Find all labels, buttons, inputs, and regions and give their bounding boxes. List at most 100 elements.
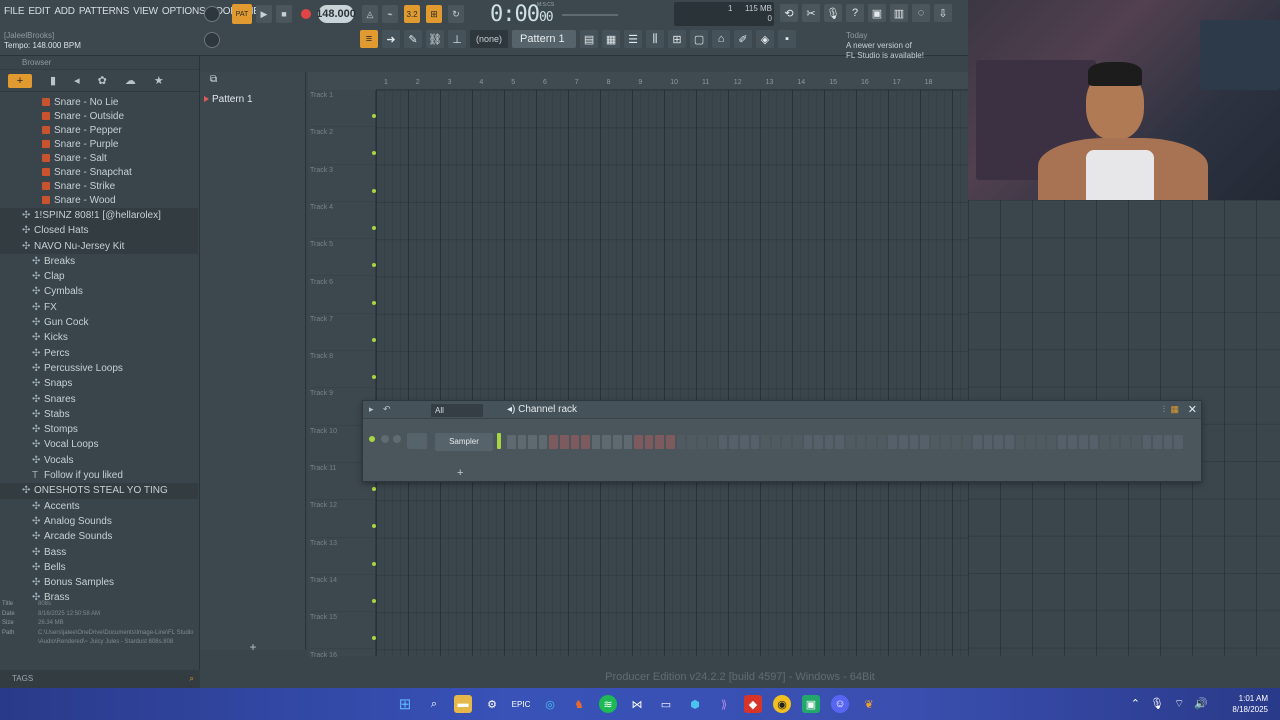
step-button[interactable] xyxy=(655,435,664,449)
browser-subfolder[interactable]: ✣ Breaks xyxy=(0,254,198,269)
step-button[interactable] xyxy=(602,435,611,449)
loop-record-button[interactable]: ↻ xyxy=(448,5,464,23)
step-button[interactable] xyxy=(771,435,781,449)
track-header[interactable]: Track 8 xyxy=(310,351,376,389)
browser-subfolder[interactable]: ✣ Cymbals xyxy=(0,284,198,299)
channel-mute-led[interactable] xyxy=(369,436,375,442)
mixer-window-icon[interactable]: ⫼ xyxy=(646,30,665,48)
browser-subfolder[interactable]: ✣ Percussive Loops xyxy=(0,361,198,376)
browser-subfolder[interactable]: ✣ Percs xyxy=(0,346,198,361)
step-button[interactable] xyxy=(538,435,548,449)
step-button[interactable] xyxy=(1121,435,1131,449)
playlist-grid[interactable] xyxy=(376,90,968,656)
step-button[interactable] xyxy=(877,435,887,449)
browser-subfolder[interactable]: ✣ Vocals xyxy=(0,453,198,468)
step-button[interactable] xyxy=(930,435,940,449)
browser-file-item[interactable]: Snare - Outside xyxy=(0,110,198,124)
track-header[interactable]: Track 2 xyxy=(310,127,376,165)
menu-item-edit[interactable]: EDIT xyxy=(28,6,50,17)
snap-button[interactable]: 3.2 xyxy=(404,5,420,23)
track-header[interactable]: Track 7 xyxy=(310,314,376,352)
plug-icon[interactable]: ⌂ xyxy=(712,30,731,48)
step-edit-button[interactable]: ⊞ xyxy=(426,5,442,23)
metronome-button[interactable]: ◬ xyxy=(362,5,378,23)
browser-subfolder[interactable]: ✣ Arcade Sounds xyxy=(0,529,198,544)
brush-icon[interactable]: ✐ xyxy=(734,30,753,48)
track-header[interactable]: Track 5 xyxy=(310,239,376,277)
browser-folder[interactable]: ✣ NAVO Nu-Jersey Kit xyxy=(0,238,198,254)
save-icon[interactable]: ▣ xyxy=(868,4,886,22)
link-icon[interactable]: ⛓ xyxy=(426,30,444,48)
file-explorer-icon[interactable]: ▬ xyxy=(454,695,472,713)
step-button[interactable] xyxy=(665,435,675,449)
channel-rack-header[interactable]: ▸ ↶ All ◂) Channel rack ▦ ⫶ ✕ xyxy=(363,401,1201,419)
browser-subfolder[interactable]: ✣ Accents xyxy=(0,499,198,514)
step-button[interactable] xyxy=(1068,435,1078,449)
browser-subfolder[interactable]: T Follow if you liked xyxy=(0,468,198,483)
wait-input-button[interactable]: ⌁ xyxy=(382,5,398,23)
wifi-icon[interactable]: ⌔ xyxy=(1174,697,1184,711)
step-button[interactable] xyxy=(983,435,993,449)
picker-icon[interactable]: ⧉ xyxy=(210,74,217,85)
microphone-tray-icon[interactable]: 🎙 xyxy=(1150,697,1164,711)
step-button[interactable] xyxy=(750,435,760,449)
steam-icon[interactable]: ⚙ xyxy=(483,695,501,713)
help-icon[interactable]: ? xyxy=(846,4,864,22)
menu-item-view[interactable]: VIEW xyxy=(133,6,158,17)
picker-pattern-item[interactable]: Pattern 1 xyxy=(204,94,253,105)
pattern-select[interactable]: Pattern 1 xyxy=(512,30,577,48)
master-volume-knob[interactable] xyxy=(204,6,220,22)
close-icon[interactable]: ✕ xyxy=(1188,403,1197,416)
volume-icon[interactable]: 🔊 xyxy=(1194,697,1208,711)
windows-start-icon[interactable]: ⊞ xyxy=(396,695,414,713)
step-button[interactable] xyxy=(782,435,792,449)
tools-icon[interactable]: ✂ xyxy=(802,4,820,22)
track-header[interactable]: Track 15 xyxy=(310,612,376,650)
step-button[interactable] xyxy=(1153,435,1162,449)
browser-subfolder[interactable]: ✣ Bonus Samples xyxy=(0,575,198,590)
piano-roll-icon[interactable]: ▦ xyxy=(602,30,621,48)
step-button[interactable] xyxy=(898,435,908,449)
app-yellow-icon[interactable]: ◉ xyxy=(773,695,791,713)
channel-track-select[interactable] xyxy=(407,433,427,449)
folder-icon[interactable]: ▭ xyxy=(657,695,675,713)
step-button[interactable] xyxy=(1110,435,1120,449)
step-button[interactable] xyxy=(559,435,569,449)
chevron-up-icon[interactable]: ⌃ xyxy=(1131,697,1140,711)
step-button[interactable] xyxy=(824,435,834,449)
browser-subfolder[interactable]: ✣ Vocal Loops xyxy=(0,437,198,452)
browser-file-item[interactable]: Snare - Snapchat xyxy=(0,166,198,180)
update-notice[interactable]: Today A newer version of FL Studio is av… xyxy=(846,31,924,61)
step-button[interactable] xyxy=(634,435,643,449)
step-button[interactable] xyxy=(517,435,527,449)
browser-menu-icon[interactable]: + xyxy=(8,73,32,88)
app-green-icon[interactable]: ▣ xyxy=(802,695,820,713)
game-launcher-icon[interactable]: ◆ xyxy=(744,695,762,713)
playlist-window-icon[interactable]: ▤ xyxy=(580,30,599,48)
master-slider[interactable] xyxy=(562,14,618,16)
browser-file-item[interactable]: Snare - Pepper xyxy=(0,124,198,138)
step-button[interactable] xyxy=(941,435,950,449)
epic-games-icon[interactable]: EPIC xyxy=(512,695,531,713)
browser-folder[interactable]: ✣ ONESHOTS STEAL YO TING xyxy=(0,483,198,499)
step-button[interactable] xyxy=(1015,435,1025,449)
vscode-icon[interactable]: ⟫ xyxy=(715,695,733,713)
step-button[interactable] xyxy=(951,435,961,449)
browser-subfolder[interactable]: ✣ Stomps xyxy=(0,422,198,437)
tag-search-icon[interactable]: ⌕ xyxy=(190,670,194,688)
browser-file-item[interactable]: Snare - Strike xyxy=(0,180,198,194)
step-button[interactable] xyxy=(729,435,739,449)
rack-menu-icon[interactable]: ▸ xyxy=(369,404,374,415)
step-button[interactable] xyxy=(1036,435,1046,449)
step-button[interactable] xyxy=(1026,435,1035,449)
step-button[interactable] xyxy=(846,435,855,449)
channel-filter-select[interactable]: All xyxy=(431,404,483,417)
step-button[interactable] xyxy=(549,435,558,449)
microphone-icon[interactable]: 🎙 xyxy=(824,4,842,22)
track-header[interactable]: Track 6 xyxy=(310,277,376,314)
mixer-icon[interactable]: ▥ xyxy=(890,4,908,22)
step-button[interactable] xyxy=(1100,435,1109,449)
master-pitch-knob[interactable] xyxy=(204,32,220,48)
browser-subfolder[interactable]: ✣ Stabs xyxy=(0,407,198,422)
step-button[interactable] xyxy=(1089,435,1099,449)
